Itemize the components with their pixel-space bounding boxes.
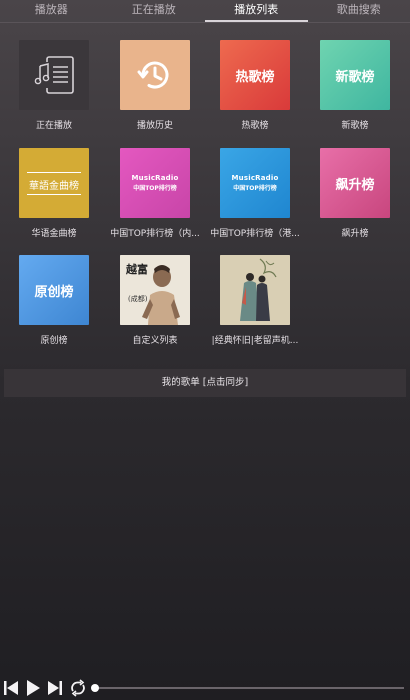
musicradio-logo: MusicRadio 中国TOP排行榜	[232, 174, 279, 192]
cover-title: 華語金曲榜	[29, 180, 79, 192]
tile-label: |经典怀旧|老留声机...	[211, 336, 299, 346]
chinese-golden-cover: 華語金曲榜	[19, 148, 89, 218]
tile-label: 播放历史	[136, 121, 173, 131]
repeat-icon[interactable]	[69, 679, 87, 697]
history-clock-icon	[137, 61, 169, 89]
my-playlist-sync-button[interactable]: 我的歌单 [点击同步]	[4, 369, 406, 397]
tile-custom-list[interactable]: (成都) 越富 自定义列表	[105, 255, 205, 346]
cover-title: 热歌榜	[235, 69, 275, 85]
china-top-cover: MusicRadio 中国TOP排行榜	[220, 148, 290, 218]
china-top-cover: MusicRadio 中国TOP排行榜	[120, 148, 190, 218]
tab-playlist[interactable]: 播放列表	[205, 0, 308, 22]
musicradio-logo: MusicRadio 中国TOP排行榜	[132, 174, 179, 192]
cover-title: 原创榜	[34, 284, 74, 300]
play-history-cover	[120, 40, 190, 110]
progress-bar[interactable]	[94, 687, 404, 689]
tile-label: 原创榜	[40, 336, 68, 346]
playlist-note-icon	[34, 56, 74, 94]
tab-divider	[0, 22, 410, 23]
classic-nostalgia-cover	[220, 255, 290, 325]
rising-cover: 飙升榜	[320, 148, 390, 218]
previous-icon[interactable]	[3, 679, 19, 697]
album-art-text: 越富	[126, 263, 148, 276]
tile-hot-songs[interactable]: 热歌榜 热歌榜	[205, 40, 305, 131]
brand-text: MusicRadio	[131, 174, 179, 182]
tile-china-top-hk[interactable]: MusicRadio 中国TOP排行榜 中国TOP排行榜（港...	[205, 148, 305, 239]
tab-player[interactable]: 播放器	[0, 0, 103, 22]
cover-title: 新歌榜	[335, 69, 375, 85]
tab-bar: 播放器 正在播放 播放列表 歌曲搜索	[0, 0, 410, 22]
tile-label: 中国TOP排行榜（港...	[210, 229, 300, 239]
play-icon[interactable]	[25, 679, 41, 697]
tab-now-playing[interactable]: 正在播放	[103, 0, 206, 22]
tile-label: 中国TOP排行榜（内...	[110, 229, 200, 239]
tile-rising[interactable]: 飙升榜 飙升榜	[305, 148, 405, 239]
tile-china-top-mainland[interactable]: MusicRadio 中国TOP排行榜 中国TOP排行榜（内...	[105, 148, 205, 239]
tab-song-search[interactable]: 歌曲搜索	[308, 0, 410, 22]
tile-chinese-golden[interactable]: 華語金曲榜 华语金曲榜	[4, 148, 104, 239]
tile-label: 飙升榜	[341, 229, 369, 239]
tile-new-songs[interactable]: 新歌榜 新歌榜	[305, 40, 405, 131]
tile-now-playing[interactable]: 正在播放	[4, 40, 104, 131]
tile-play-history[interactable]: 播放历史	[105, 40, 205, 131]
brand-subtitle: 中国TOP排行榜	[133, 185, 177, 192]
original-cover: 原创榜	[19, 255, 89, 325]
tile-label: 华语金曲榜	[31, 229, 77, 239]
tile-classic-nostalgia[interactable]: |经典怀旧|老留声机...	[205, 255, 305, 346]
brand-text: MusicRadio	[231, 174, 279, 182]
tile-label: 新歌榜	[341, 121, 369, 131]
new-songs-cover: 新歌榜	[320, 40, 390, 110]
progress-thumb[interactable]	[91, 684, 99, 692]
cover-title: 飙升榜	[335, 177, 375, 193]
svg-text:(成都): (成都)	[128, 294, 148, 303]
tile-label: 正在播放	[35, 121, 72, 131]
golden-frame: 華語金曲榜	[27, 171, 81, 195]
album-art-painting-icon	[220, 255, 290, 325]
brand-subtitle: 中国TOP排行榜	[233, 185, 277, 192]
tile-label: 自定义列表	[132, 336, 178, 346]
custom-list-cover: (成都) 越富	[120, 255, 190, 325]
tile-label: 热歌榜	[241, 121, 269, 131]
hot-songs-cover: 热歌榜	[220, 40, 290, 110]
now-playing-cover	[19, 40, 89, 110]
next-icon[interactable]	[47, 679, 63, 697]
tile-original[interactable]: 原创榜 原创榜	[4, 255, 104, 346]
